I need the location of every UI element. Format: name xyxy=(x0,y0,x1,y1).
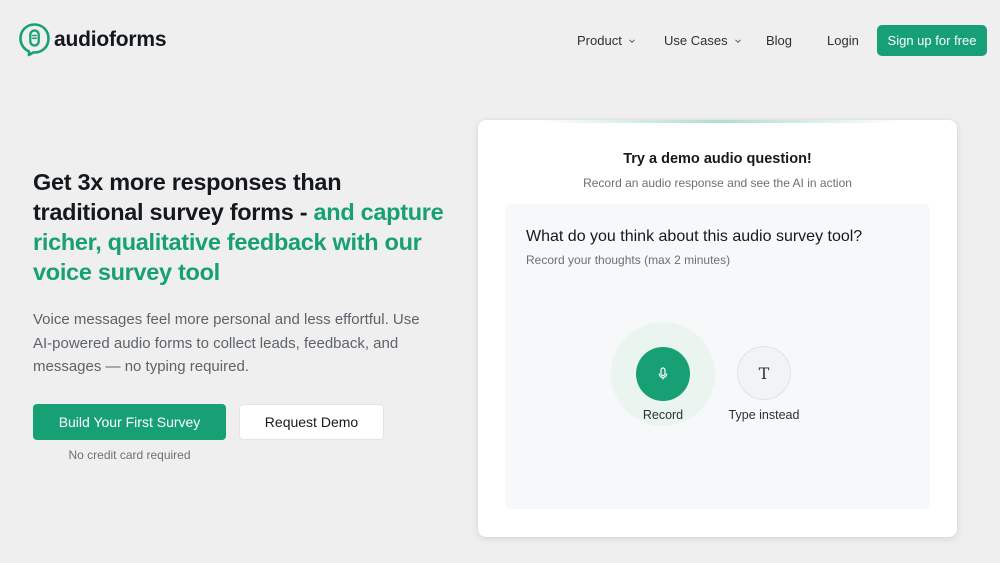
hero-headline: Get 3x more responses than traditional s… xyxy=(33,167,453,287)
nav-login[interactable]: Login xyxy=(827,33,859,48)
nav-blog[interactable]: Blog xyxy=(766,33,792,48)
demo-card-title: Try a demo audio question! xyxy=(623,151,812,167)
record-button[interactable] xyxy=(636,347,690,401)
site-header: audioforms Product Use Cases Blog Login … xyxy=(0,0,1000,80)
record-label: Record xyxy=(642,408,684,422)
nav-blog-label: Blog xyxy=(766,33,793,48)
hero-headline-plain: Get 3x more responses than traditional s… xyxy=(33,169,342,225)
type-instead-label: Type instead xyxy=(728,408,800,422)
nav-product-label: Product xyxy=(577,33,622,48)
nav-product[interactable]: Product xyxy=(577,33,636,48)
text-t-icon: T xyxy=(758,363,770,383)
chevron-down-icon xyxy=(734,38,741,43)
no-credit-card-note: No credit card required xyxy=(68,448,191,462)
demo-card: Try a demo audio question! Record an aud… xyxy=(478,120,957,537)
demo-question-panel: What do you think about this audio surve… xyxy=(505,204,930,509)
brand-name: audioforms xyxy=(54,27,167,51)
nav-login-label: Login xyxy=(827,33,859,48)
build-first-survey-button[interactable]: Build Your First Survey xyxy=(33,404,226,440)
signup-button[interactable]: Sign up for free xyxy=(877,25,987,56)
demo-question: What do you think about this audio surve… xyxy=(526,228,863,245)
hero-description: Voice messages feel more personal and le… xyxy=(33,311,420,375)
type-instead-button[interactable]: T xyxy=(737,346,791,400)
microphone-icon xyxy=(658,367,668,380)
audioforms-logo-icon xyxy=(19,23,50,57)
nav-use-cases[interactable]: Use Cases xyxy=(664,33,742,48)
card-top-glow xyxy=(540,120,900,123)
nav-use-cases-label: Use Cases xyxy=(664,33,728,48)
chevron-down-icon xyxy=(628,38,635,43)
demo-card-subtitle: Record an audio response and see the AI … xyxy=(583,176,852,190)
demo-question-hint: Record your thoughts (max 2 minutes) xyxy=(526,253,731,267)
brand-logo[interactable]: audioforms xyxy=(18,22,167,57)
request-demo-button[interactable]: Request Demo xyxy=(239,404,384,440)
